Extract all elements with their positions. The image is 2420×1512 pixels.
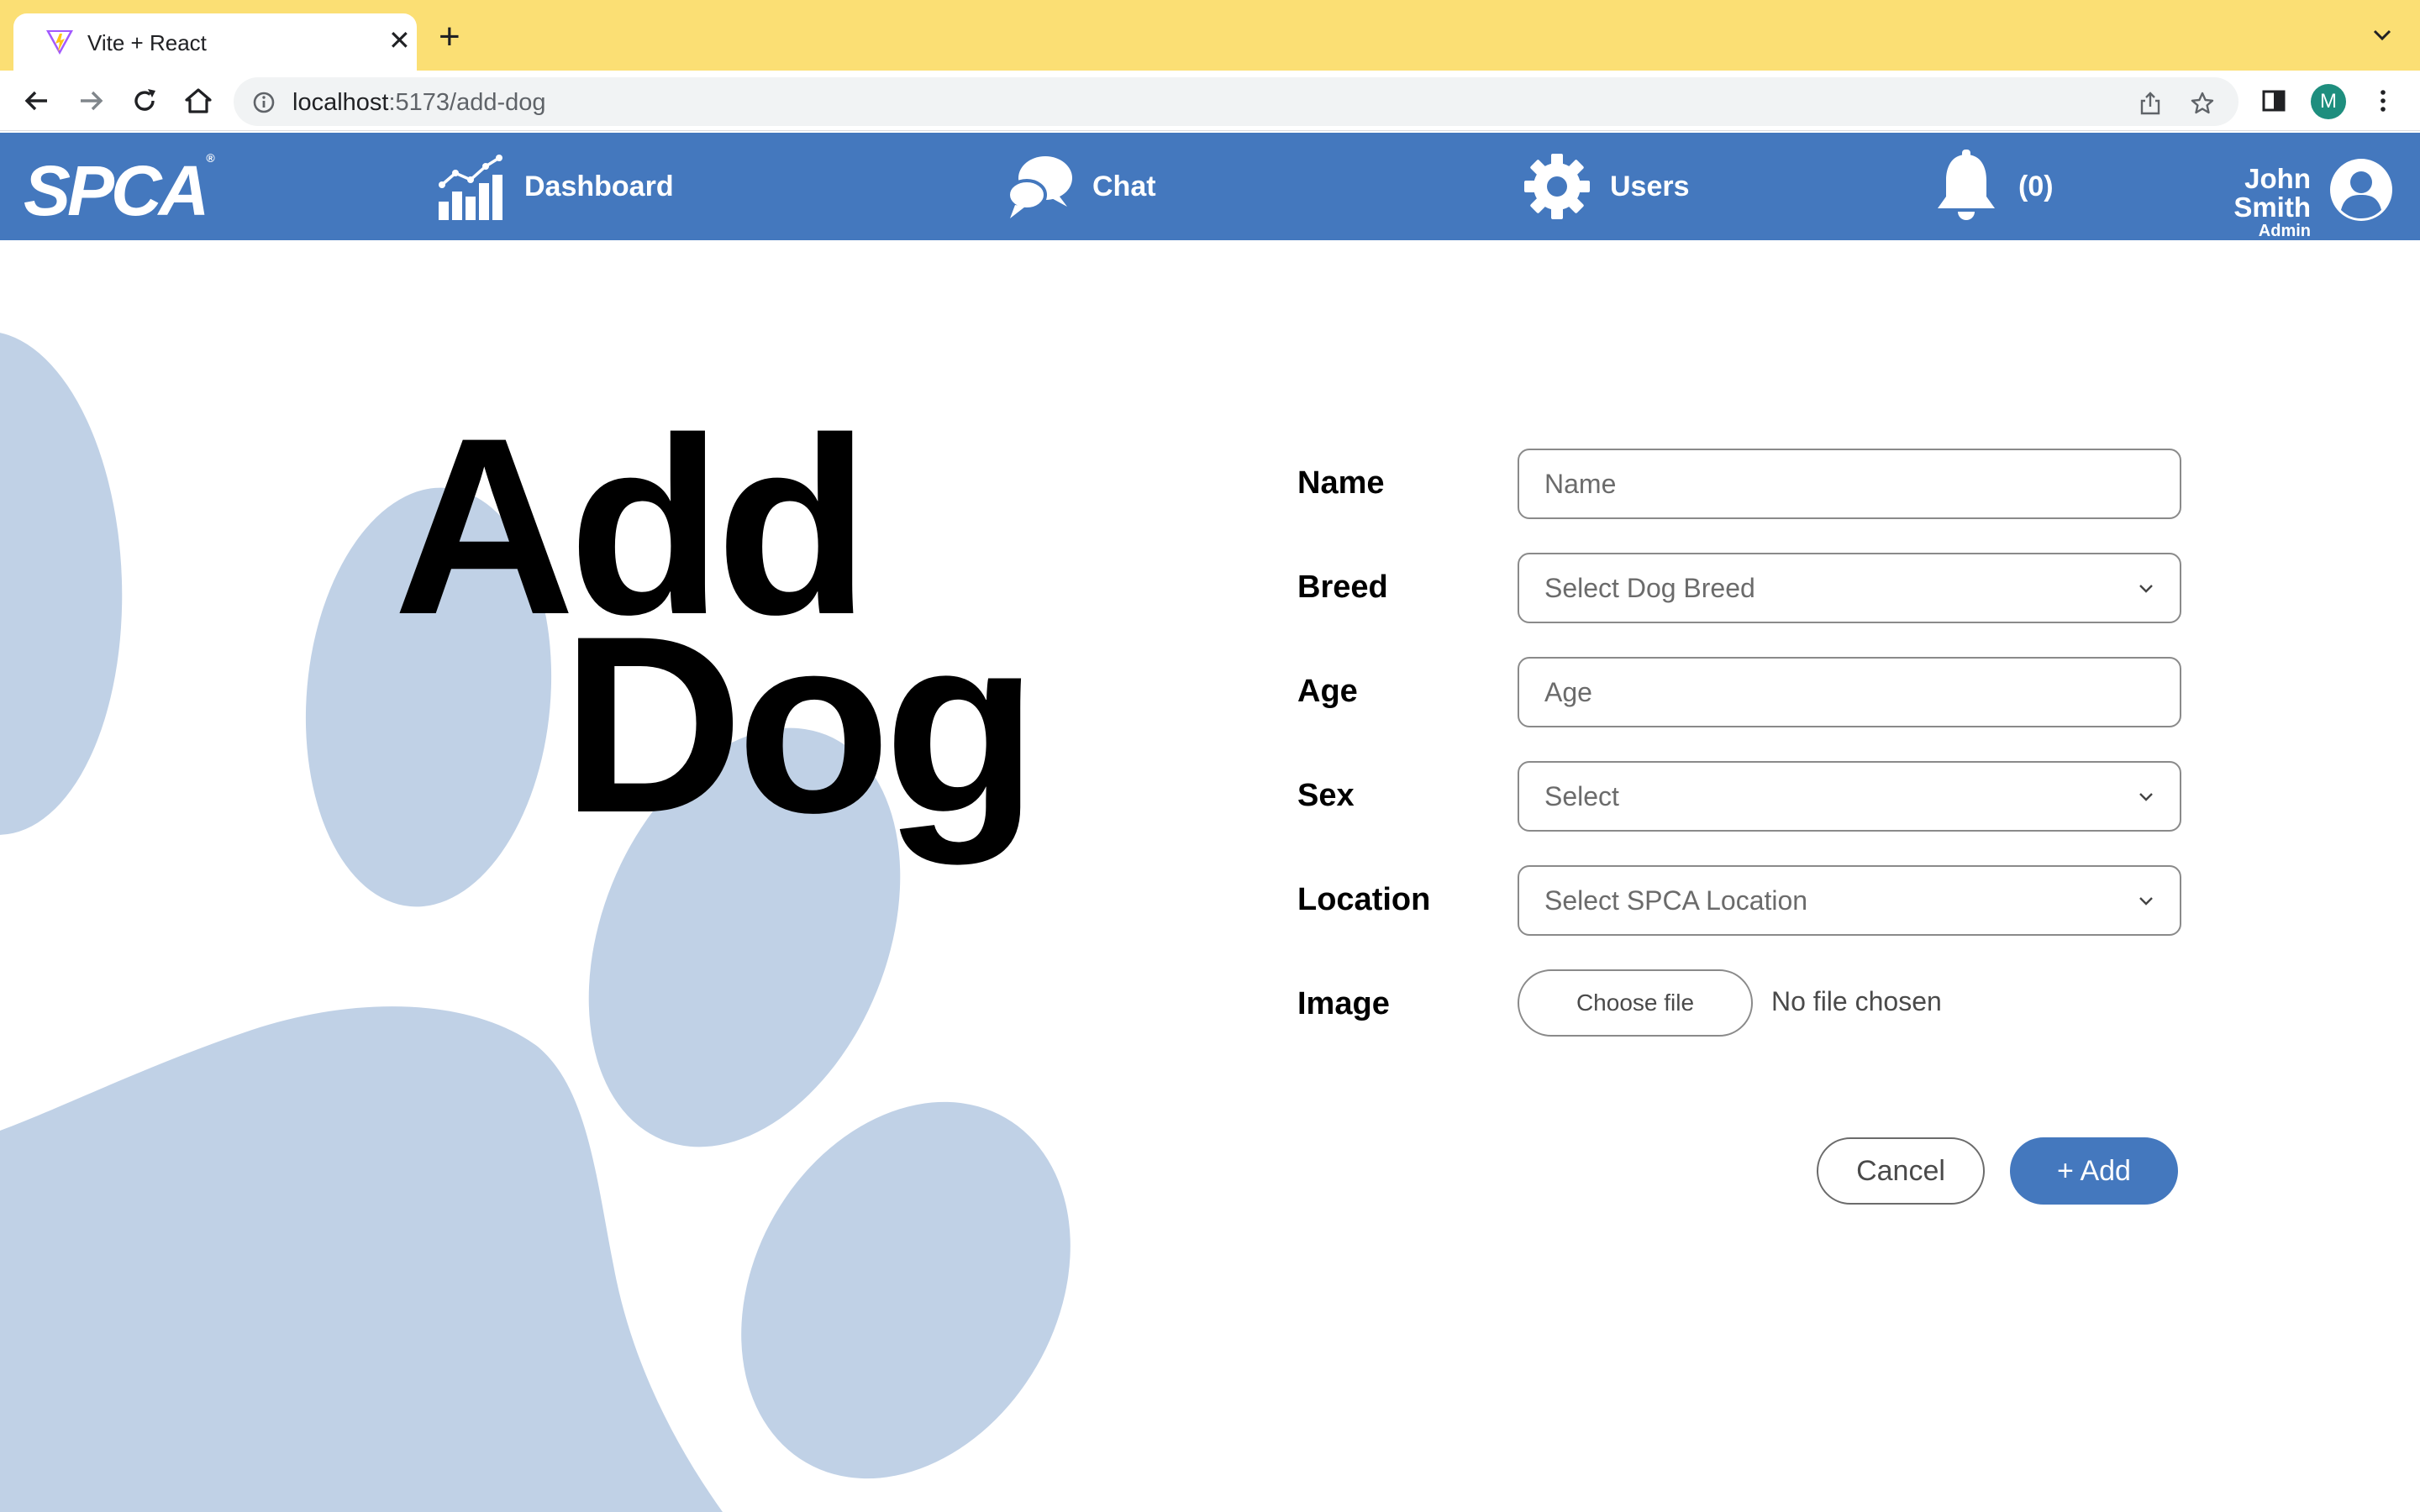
cancel-button[interactable]: Cancel	[1817, 1137, 1985, 1205]
breed-label: Breed	[1297, 570, 1388, 605]
site-info-icon[interactable]	[252, 91, 276, 114]
chevron-down-icon	[2139, 897, 2153, 906]
back-arrow-icon[interactable]	[22, 86, 52, 116]
age-row: Age	[1297, 657, 2181, 727]
image-row: Image Choose file No file chosen	[1297, 969, 2181, 1040]
brand-mark: ®	[206, 151, 215, 165]
location-select-value: Select SPCA Location	[1544, 885, 1808, 916]
name-row: Name	[1297, 449, 2181, 519]
close-tab-icon[interactable]: ✕	[388, 27, 411, 54]
user-name: John Smith	[2233, 163, 2311, 223]
bar-chart-icon	[439, 155, 502, 220]
side-panel-icon[interactable]	[2259, 86, 2289, 116]
spca-logo[interactable]: SPCA®	[24, 151, 215, 226]
sex-label: Sex	[1297, 778, 1355, 813]
page-title: Add Dog	[393, 400, 1038, 850]
bookmark-star-icon[interactable]	[2190, 91, 2215, 116]
sex-select[interactable]: Select	[1518, 761, 2181, 832]
choose-file-button[interactable]: Choose file	[1518, 969, 1753, 1037]
notifications-button[interactable]: (0)	[1933, 133, 2054, 240]
forward-arrow-icon[interactable]	[76, 86, 106, 116]
brand-text: SPCA	[24, 151, 209, 230]
chevron-down-icon	[2139, 793, 2153, 801]
name-label: Name	[1297, 465, 1385, 501]
notification-count: (0)	[2018, 170, 2054, 202]
name-input[interactable]	[1518, 449, 2181, 519]
user-avatar-icon[interactable]	[2329, 158, 2393, 222]
kebab-menu-icon[interactable]	[2368, 86, 2398, 116]
chevron-down-icon	[2139, 585, 2153, 593]
url-text: localhost:5173/add-dog	[292, 89, 546, 117]
share-icon[interactable]	[2138, 91, 2163, 116]
age-input[interactable]	[1518, 657, 2181, 727]
nav-chat[interactable]: Chat	[1005, 133, 1156, 240]
image-label: Image	[1297, 986, 1390, 1021]
age-label: Age	[1297, 674, 1358, 709]
url-path: :5173/add-dog	[388, 89, 546, 116]
chevron-down-icon[interactable]	[2370, 25, 2395, 45]
nav-users[interactable]: Users	[1523, 133, 1690, 240]
nav-dashboard-label: Dashboard	[524, 170, 674, 202]
location-select[interactable]: Select SPCA Location	[1518, 865, 2181, 936]
url-host: localhost	[292, 89, 389, 116]
app-header: SPCA® Dashboard Chat Users (0) John Smit…	[0, 133, 2420, 240]
browser-tabstrip: Vite + React ✕ +	[0, 0, 2420, 71]
location-label: Location	[1297, 882, 1431, 917]
home-icon[interactable]	[183, 86, 213, 116]
reload-icon[interactable]	[129, 86, 160, 116]
add-button[interactable]: + Add	[2010, 1137, 2178, 1205]
user-info[interactable]: John Smith Admin	[2163, 163, 2311, 241]
sex-row: Sex Select	[1297, 761, 2181, 832]
nav-chat-label: Chat	[1092, 170, 1156, 202]
file-status: No file chosen	[1771, 986, 1942, 1016]
nav-users-label: Users	[1610, 170, 1690, 202]
breed-select[interactable]: Select Dog Breed	[1518, 553, 2181, 623]
chat-bubbles-icon	[1007, 156, 1072, 218]
nav-dashboard[interactable]: Dashboard	[437, 133, 674, 240]
browser-toolbar: localhost:5173/add-dog M	[0, 71, 2420, 131]
breed-row: Breed Select Dog Breed	[1297, 553, 2181, 623]
vite-logo-icon	[46, 30, 73, 55]
gear-icon	[1524, 154, 1590, 219]
new-tab-icon[interactable]: +	[439, 18, 460, 55]
browser-profile-avatar[interactable]: M	[2311, 84, 2346, 119]
sex-select-value: Select	[1544, 780, 1619, 811]
browser-tab[interactable]: Vite + React ✕	[13, 13, 417, 71]
breed-select-value: Select Dog Breed	[1544, 572, 1755, 603]
user-role: Admin	[2258, 222, 2311, 240]
address-bar[interactable]: localhost:5173/add-dog	[234, 77, 2238, 126]
bell-icon	[1938, 150, 1995, 220]
location-row: Location Select SPCA Location	[1297, 865, 2181, 936]
tab-title: Vite + React	[87, 30, 207, 55]
